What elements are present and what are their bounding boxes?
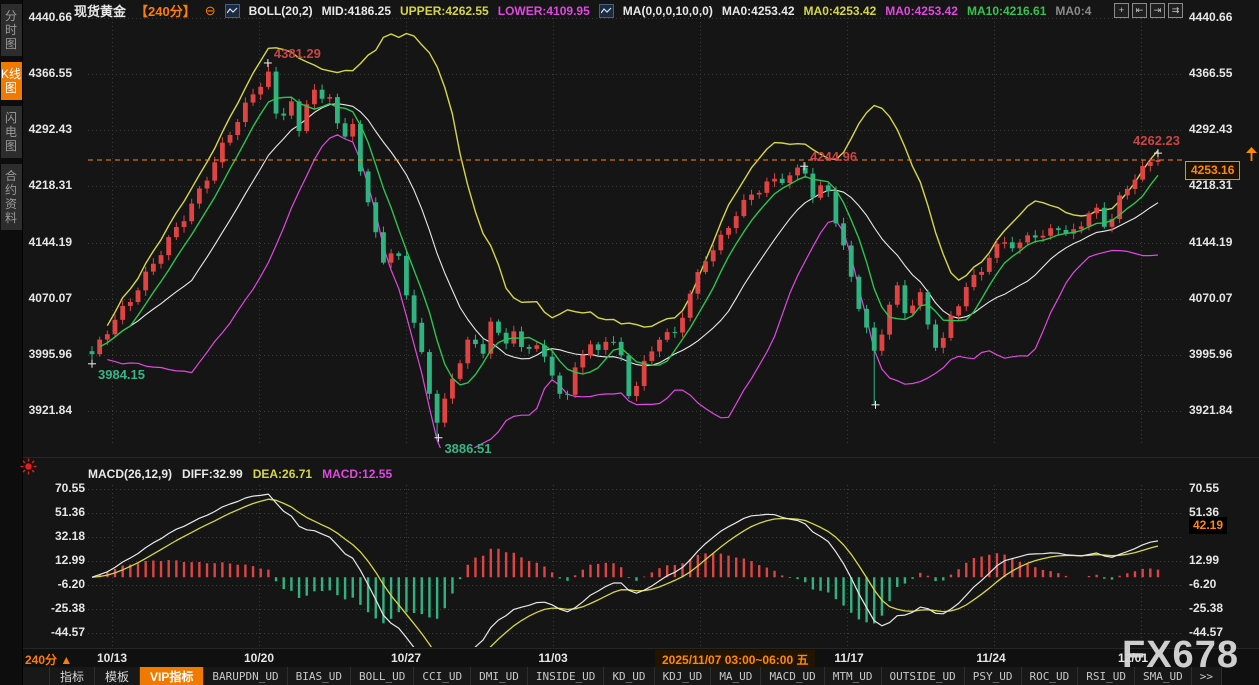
toolbar-item-[interactable]: 指标: [50, 667, 95, 685]
toolbar-item-ROC_UD[interactable]: ROC_UD: [1022, 667, 1079, 685]
axis-label: 4144.19: [1189, 235, 1232, 249]
sidebar-tab-K线图[interactable]: K线图: [1, 62, 22, 100]
axis-label: -25.38: [1189, 601, 1223, 615]
extreme-price-annotation: 4262.23: [1133, 133, 1180, 148]
toolbar-item-BOLL_UD[interactable]: BOLL_UD: [351, 667, 414, 685]
indicator-value: MA0:4: [1055, 4, 1091, 18]
sidebar-tab-分时图[interactable]: 分时图: [1, 4, 22, 56]
axis-label: 70.55: [1189, 481, 1219, 495]
mini-chart-icon[interactable]: [599, 4, 614, 18]
indicator-value: MA0:4253.42: [722, 4, 795, 18]
axis-label: 3995.96: [1189, 347, 1232, 361]
crosshair-tool-icon[interactable]: +: [1114, 3, 1129, 18]
symbol-name: 现货黄金: [74, 1, 126, 20]
current-price-badge: 4253.16: [1185, 161, 1240, 180]
indicator-toolbar: 指标模板VIP指标BARUPDN_UDBIAS_UDBOLL_UDCCI_UDD…: [23, 667, 1259, 685]
indicator-value: MA10:4216.61: [967, 4, 1046, 18]
macd-title: MACD(26,12,9): [88, 467, 172, 481]
axis-label: 4366.55: [1189, 66, 1232, 80]
axis-label: 4070.07: [1189, 291, 1232, 305]
axis-label: 3921.84: [1189, 403, 1232, 417]
watermark-logo: FX678: [1122, 634, 1239, 677]
macd-dea-value: DEA:26.71: [253, 467, 312, 481]
toolbar-item-KDJ_UD[interactable]: KDJ_UD: [655, 667, 712, 685]
toolbar-item-BARUPDN_UD[interactable]: BARUPDN_UD: [204, 667, 287, 685]
indicator-value: MID:4186.25: [322, 4, 391, 18]
mini-chart-icon[interactable]: [225, 4, 240, 18]
date-label: 11/24: [976, 651, 1005, 665]
indicator-value: MA0:4253.42: [885, 4, 958, 18]
indicator-values: BOLL(20,2) MID:4186.25 UPPER:4262.55 LOWER:…: [225, 4, 1092, 18]
axis-label: 4218.31: [1189, 178, 1232, 192]
date-label: 10/27: [391, 651, 421, 665]
pan-left-icon[interactable]: ⇤: [1132, 3, 1147, 18]
toolbar-item-MA_UD[interactable]: MA_UD: [711, 667, 761, 685]
toolbar-item-MACD_UD[interactable]: MACD_UD: [761, 667, 824, 685]
indicator-value: UPPER:4262.55: [400, 4, 489, 18]
axis-label: 4292.43: [1189, 122, 1232, 136]
sidebar-tab-闪电图[interactable]: 闪电图: [1, 106, 22, 158]
macd-diff-value: DIFF:32.99: [182, 467, 243, 481]
date-axis-row: 240分 ▲ 2025/11/07 03:00~06:00 五 10/1310/…: [23, 648, 1259, 668]
toolbar-item-OUTSIDE_UD[interactable]: OUTSIDE_UD: [882, 667, 965, 685]
toolbar-item-BIAS_UD[interactable]: BIAS_UD: [288, 667, 351, 685]
chart-tool-icons: +⇤⇥⇉: [1114, 3, 1183, 18]
toolbar-item-PSY_UD[interactable]: PSY_UD: [965, 667, 1022, 685]
candlestick-chart-canvas[interactable]: 4381.29 4244.96 4262.23 3984.15 3886.51: [0, 0, 1259, 685]
macd-macd-value: MACD:12.55: [322, 467, 392, 481]
current-macd-badge: 42.19: [1189, 517, 1227, 534]
toolbar-item-INSIDE_UD[interactable]: INSIDE_UD: [528, 667, 605, 685]
indicator-value: MA0:4253.42: [804, 4, 877, 18]
toolbar-item-[interactable]: 模板: [95, 667, 140, 685]
indicator-value: MA(0,0,0,10,0,0): [623, 4, 713, 18]
date-label: 10/20: [244, 651, 274, 665]
indicator-value: LOWER:4109.95: [498, 4, 590, 18]
collapse-icon[interactable]: ⊖: [205, 3, 216, 19]
toolbar-item-MTM_UD[interactable]: MTM_UD: [825, 667, 882, 685]
date-label: 11/03: [538, 651, 567, 665]
extreme-price-annotation: 4381.29: [274, 46, 321, 61]
timeframe-selector[interactable]: 240分 ▲: [25, 651, 72, 668]
trading-app-window: 4381.29 4244.96 4262.23 3984.15 3886.51 分时图 K…: [0, 0, 1259, 685]
extreme-price-annotation: 4244.96: [810, 149, 857, 164]
period-label: 【240分】: [135, 1, 196, 20]
macd-indicator-header: MACD(26,12,9) DIFF:32.99 DEA:26.71 MACD:…: [88, 467, 392, 481]
axis-label: 12.99: [1189, 553, 1219, 567]
toolbar-item-DMI_UD[interactable]: DMI_UD: [471, 667, 528, 685]
alert-icon[interactable]: [20, 458, 37, 475]
date-label: 11/17: [834, 651, 863, 665]
chart-type-sidebar: 分时图 K线图闪电图合约资料: [0, 0, 23, 685]
latest-price-arrow-icon[interactable]: [1246, 147, 1257, 162]
pan-right-icon[interactable]: ⇥: [1150, 3, 1165, 18]
toolbar-item-CCI_UD[interactable]: CCI_UD: [414, 667, 471, 685]
indicator-header: 现货黄金 【240分】 ⊖ BOLL(20,2) MID:4186.25 UPPER…: [74, 2, 1091, 19]
date-label: 10/13: [97, 651, 127, 665]
toolbar-item-VIP[interactable]: VIP指标: [140, 667, 204, 685]
indicator-value: BOLL(20,2): [249, 4, 313, 18]
toolbar-item-KD_UD[interactable]: KD_UD: [604, 667, 654, 685]
toolbar-blank-button[interactable]: [23, 667, 50, 685]
axis-label: 4440.66: [1189, 10, 1232, 24]
sidebar-tab-合约资料[interactable]: 合约资料: [1, 164, 22, 230]
shift-chart-icon[interactable]: ⇉: [1168, 3, 1183, 18]
extreme-price-annotation: 3984.15: [98, 367, 145, 382]
axis-label: -6.20: [1189, 577, 1216, 591]
extreme-price-annotation: 3886.51: [444, 441, 491, 456]
